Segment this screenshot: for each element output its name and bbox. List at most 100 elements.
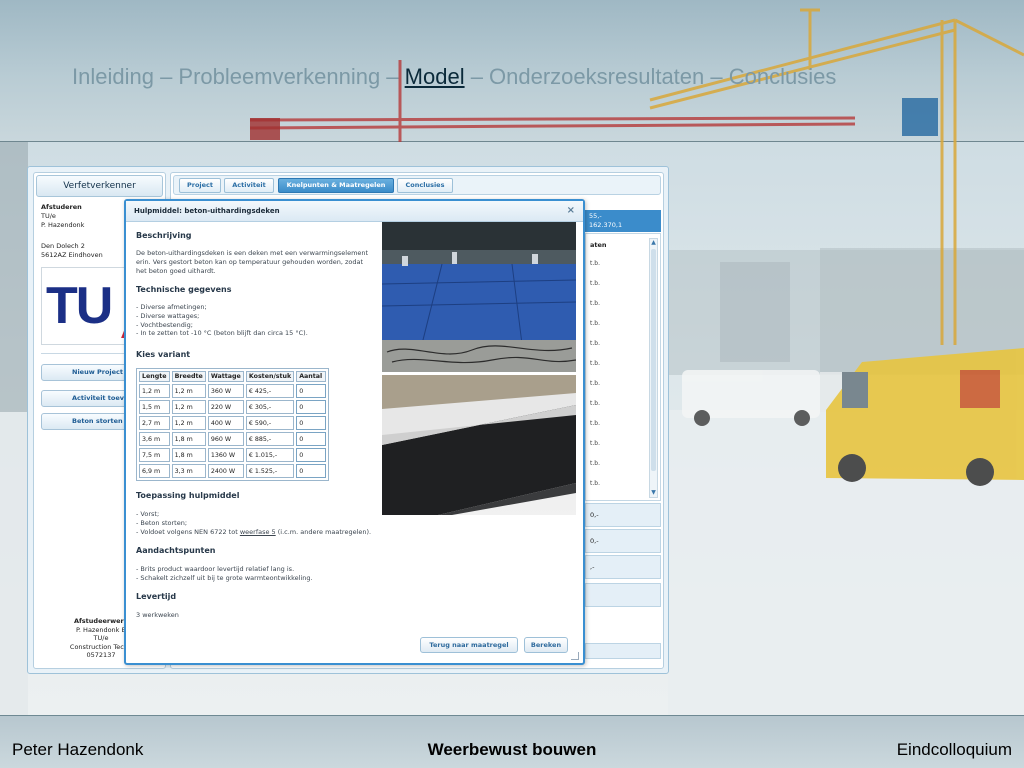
measures-list: aten t.b. t.b. t.b. t.b. t.b. t.b. t.b. … xyxy=(585,233,661,501)
tab-activity[interactable]: Activiteit xyxy=(224,178,274,193)
cell-width: 1,2 m xyxy=(171,400,206,414)
weather-phase-link[interactable]: weerfase 5 xyxy=(240,528,276,536)
list-item[interactable]: t.b. xyxy=(590,280,600,287)
cell-wattage: 960 W xyxy=(207,432,244,446)
application-line: - Voldoet volgens NEN 6722 tot weerfase … xyxy=(136,528,396,537)
column-header: Breedte xyxy=(171,371,206,382)
quantity-input[interactable]: 0 xyxy=(296,416,327,430)
summary-header: 55,- 162.370,1 xyxy=(585,210,661,232)
cell-width: 1,2 m xyxy=(171,384,206,398)
delivery-time-text: 3 werkweken xyxy=(136,611,179,619)
measure-row[interactable]: 0,- xyxy=(585,503,661,527)
scrollbar-thumb[interactable] xyxy=(651,249,656,471)
quantity-input[interactable]: 0 xyxy=(296,464,327,478)
technical-line: - In te zetten tot -10 °C (beton blijft … xyxy=(136,329,308,338)
attention-list: - Brits product waardoor levertijd relat… xyxy=(136,565,396,583)
attention-line: - Brits product waardoor levertijd relat… xyxy=(136,565,295,573)
nav-before-text: Inleiding – Probleemverkenning – xyxy=(72,64,405,89)
scroll-up-icon[interactable]: ▲ xyxy=(650,239,657,247)
address-line: 5612AZ Eindhoven xyxy=(41,251,103,259)
summary-value: 55,- xyxy=(589,212,602,220)
list-item[interactable]: t.b. xyxy=(590,320,600,327)
description-text: De beton-uithardingsdeken is een deken m… xyxy=(136,249,369,275)
list-item[interactable]: t.b. xyxy=(590,380,600,387)
technical-line: - Diverse afmetingen; xyxy=(136,303,207,311)
list-item[interactable]: t.b. xyxy=(590,460,600,467)
product-photo-site xyxy=(382,222,576,372)
cell-length: 6,9 m xyxy=(139,464,170,478)
summary-value: 162.370,1 xyxy=(589,221,623,229)
calculate-button[interactable]: Bereken xyxy=(524,637,568,653)
cell-wattage: 360 W xyxy=(207,384,244,398)
cell-width: 1,8 m xyxy=(171,432,206,446)
tab-project[interactable]: Project xyxy=(179,178,221,193)
list-item[interactable]: t.b. xyxy=(590,360,600,367)
quantity-input[interactable]: 0 xyxy=(296,384,327,398)
measure-row[interactable]: 0,- xyxy=(585,529,661,553)
resize-handle-icon[interactable] xyxy=(571,652,579,660)
application-text: (i.c.m. andere maatregelen). xyxy=(275,527,372,536)
column-header: Wattage xyxy=(207,371,244,382)
list-item[interactable]: t.b. xyxy=(590,260,600,267)
back-to-measure-button[interactable]: Terug naar maatregel xyxy=(420,637,518,653)
presentation-title: Weerbewust bouwen xyxy=(427,740,597,759)
technical-line: - Vochtbestendig; xyxy=(136,320,193,329)
application-text: - Voldoet volgens NEN 6722 tot xyxy=(136,527,240,536)
list-item[interactable]: t.b. xyxy=(590,400,600,407)
technical-line: - Diverse wattages; xyxy=(136,311,200,320)
table-row: 1,5 m 1,2 m 220 W € 305,- 0 xyxy=(139,400,327,414)
attention-line: - Schakelt zichzelf uit bij te grote war… xyxy=(136,573,313,582)
address-block-2: Den Dolech 2 5612AZ Eindhoven xyxy=(41,242,103,260)
list-item[interactable]: t.b. xyxy=(590,440,600,447)
table-row: 2,7 m 1,2 m 400 W € 590,- 0 xyxy=(139,416,327,430)
column-header: Aantal xyxy=(296,371,327,382)
attention-heading: Aandachtspunten xyxy=(136,546,216,555)
slide-navigation-title: Inleiding – Probleemverkenning – Model –… xyxy=(72,64,972,96)
cell-wattage: 1360 W xyxy=(207,448,244,462)
cell-width: 1,8 m xyxy=(171,448,206,462)
application-line: - Vorst; xyxy=(136,510,160,518)
application-line: - Beton storten; xyxy=(136,518,188,527)
close-icon[interactable]: × xyxy=(567,201,575,221)
address-line: Den Dolech 2 xyxy=(41,242,85,250)
address-line: Afstuderen xyxy=(41,203,82,211)
nav-active-item: Model xyxy=(404,64,465,89)
measure-row[interactable] xyxy=(585,643,661,659)
variant-heading: Kies variant xyxy=(136,350,191,359)
application-heading: Toepassing hulpmiddel xyxy=(136,491,240,500)
table-row: 1,2 m 1,2 m 360 W € 425,- 0 xyxy=(139,384,327,398)
application-list: - Vorst; - Beton storten; - Voldoet volg… xyxy=(136,510,396,536)
address-line: P. Hazendonk xyxy=(41,221,85,229)
quantity-input[interactable]: 0 xyxy=(296,448,327,462)
table-row: 3,6 m 1,8 m 960 W € 885,- 0 xyxy=(139,432,327,446)
cell-wattage: 2400 W xyxy=(207,464,244,478)
delivery-time-heading: Levertijd xyxy=(136,592,177,601)
left-panel-header: Verfetverkenner xyxy=(36,175,163,197)
tab-conclusions[interactable]: Conclusies xyxy=(397,178,453,193)
cell-length: 1,2 m xyxy=(139,384,170,398)
quantity-input[interactable]: 0 xyxy=(296,400,327,414)
cell-wattage: 400 W xyxy=(207,416,244,430)
list-item[interactable]: t.b. xyxy=(590,300,600,307)
cell-cost: € 1.525,- xyxy=(245,464,295,478)
cell-cost: € 590,- xyxy=(245,416,295,430)
cell-wattage: 220 W xyxy=(207,400,244,414)
measure-row[interactable] xyxy=(585,583,661,607)
tool-detail-dialog: Hulpmiddel: beton-uithardingsdeken × Bes… xyxy=(124,199,585,665)
list-scrollbar[interactable]: ▲ ▼ xyxy=(649,238,658,498)
quantity-input[interactable]: 0 xyxy=(296,432,327,446)
cell-width: 1,2 m xyxy=(171,416,206,430)
scroll-down-icon[interactable]: ▼ xyxy=(650,489,657,497)
list-header: aten xyxy=(590,241,607,249)
table-row: 7,5 m 1,8 m 1360 W € 1.015,- 0 xyxy=(139,448,327,462)
description-heading: Beschrijving xyxy=(136,231,192,240)
cell-length: 3,6 m xyxy=(139,432,170,446)
cell-cost: € 885,- xyxy=(245,432,295,446)
tab-bottlenecks-measures[interactable]: Knelpunten & Maatregelen xyxy=(278,178,394,193)
list-item[interactable]: t.b. xyxy=(590,340,600,347)
list-item[interactable]: t.b. xyxy=(590,420,600,427)
table-row: 6,9 m 3,3 m 2400 W € 1.525,- 0 xyxy=(139,464,327,478)
cell-length: 7,5 m xyxy=(139,448,170,462)
measure-row[interactable]: ,- xyxy=(585,555,661,579)
list-item[interactable]: t.b. xyxy=(590,480,600,487)
